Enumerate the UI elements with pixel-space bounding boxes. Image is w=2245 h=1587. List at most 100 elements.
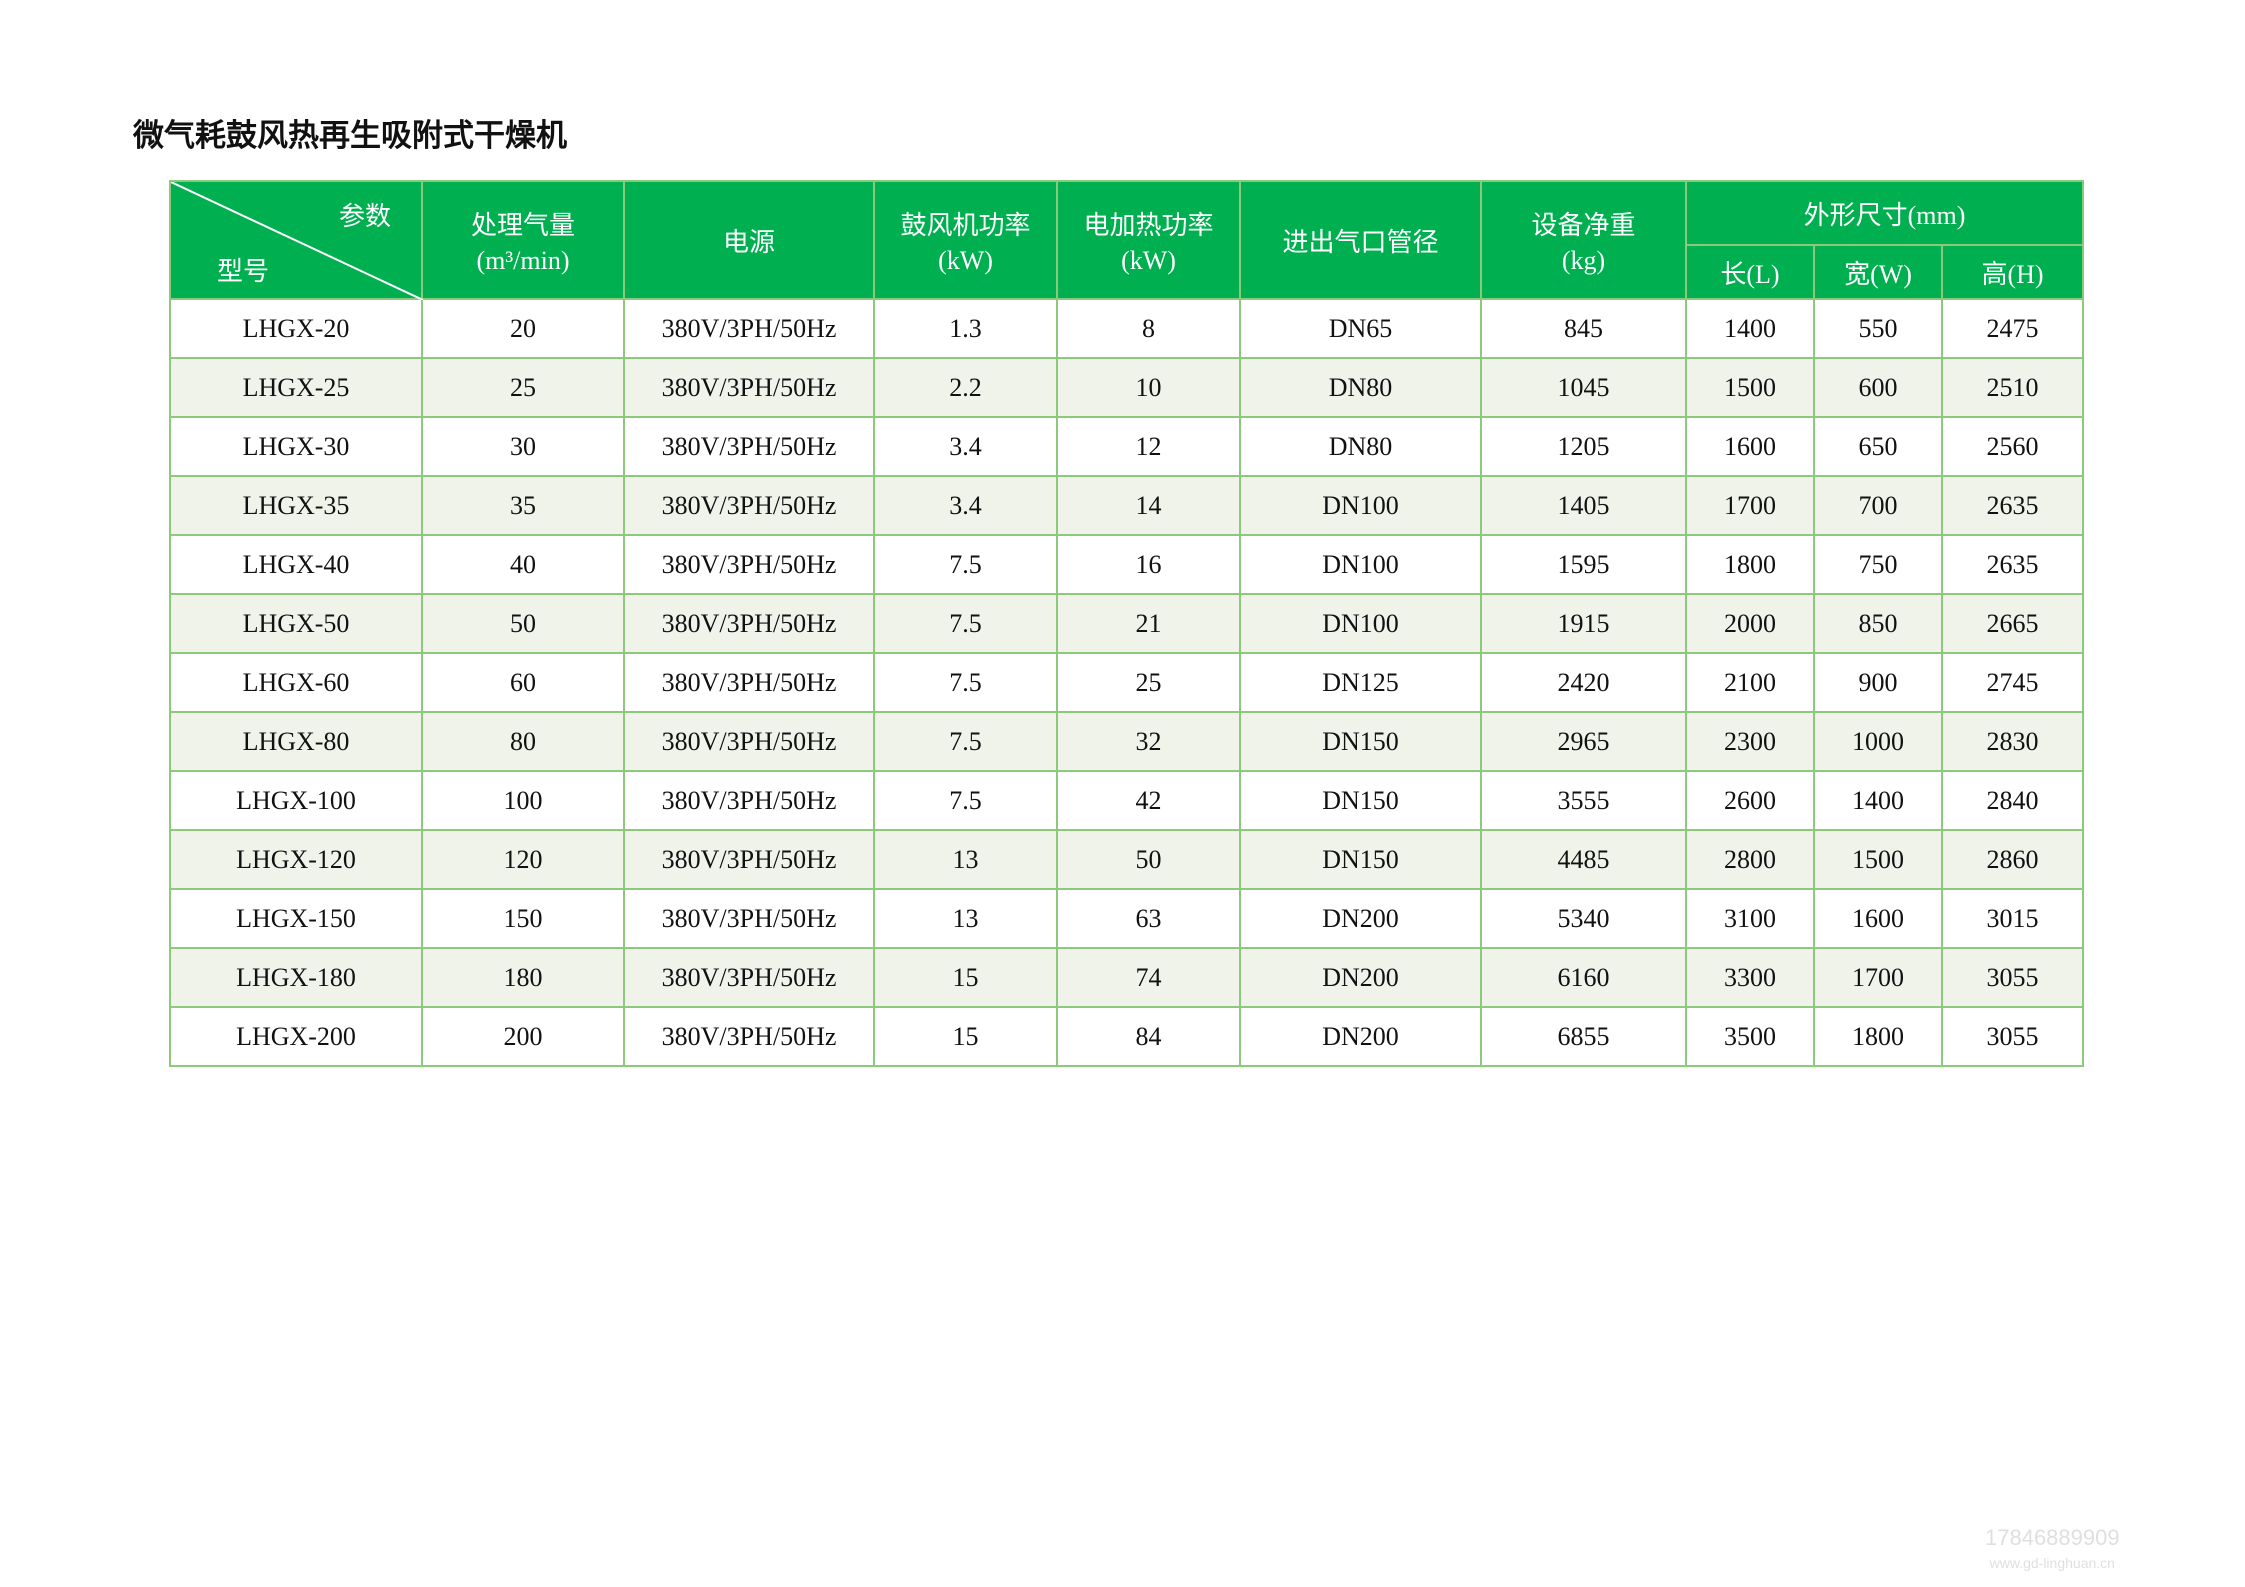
- cell-weight: 1205: [1480, 416, 1687, 477]
- cell-height: 2665: [1940, 593, 2085, 654]
- cell-blower: 3.4: [873, 475, 1058, 536]
- watermark: 17846889909 www.gd-linghuan.cn: [1985, 1525, 2120, 1571]
- cell-blower: 7.5: [873, 652, 1058, 713]
- cell-height: 3055: [1940, 947, 2085, 1008]
- table-body: LHGX-20 20 380V/3PH/50Hz 1.3 8 DN65 845 1400 550…: [169, 298, 2085, 1067]
- cell-flow: 100: [421, 770, 625, 831]
- cell-width: 1600: [1813, 888, 1943, 949]
- cell-blower: 3.4: [873, 416, 1058, 477]
- cell-width: 750: [1813, 534, 1943, 595]
- table-row: LHGX-60 60 380V/3PH/50Hz 7.5 25 DN125 2420 2100…: [169, 652, 2085, 713]
- cell-model: LHGX-40: [169, 534, 423, 595]
- cell-height: 3055: [1940, 1006, 2085, 1067]
- cell-height: 2830: [1940, 711, 2085, 772]
- cell-blower: 7.5: [873, 534, 1058, 595]
- cell-width: 900: [1813, 652, 1943, 713]
- cell-length: 3300: [1685, 947, 1815, 1008]
- cell-heater: 84: [1056, 1006, 1241, 1067]
- cell-blower: 15: [873, 1006, 1058, 1067]
- cell-weight: 2420: [1480, 652, 1687, 713]
- header-diagonal-cell: 参数 型号: [169, 180, 423, 300]
- cell-length: 1800: [1685, 534, 1815, 595]
- table-row: LHGX-80 80 380V/3PH/50Hz 7.5 32 DN150 2965 2300…: [169, 711, 2085, 772]
- cell-blower: 13: [873, 888, 1058, 949]
- cell-pipe: DN200: [1239, 888, 1482, 949]
- cell-power: 380V/3PH/50Hz: [623, 829, 875, 890]
- cell-model: LHGX-150: [169, 888, 423, 949]
- cell-length: 2600: [1685, 770, 1815, 831]
- header-flow-label: 处理气量: [470, 210, 575, 240]
- cell-height: 2860: [1940, 829, 2085, 890]
- cell-blower: 7.5: [873, 770, 1058, 831]
- watermark-phone: 17846889909: [1985, 1525, 2120, 1550]
- table-row: LHGX-20 20 380V/3PH/50Hz 1.3 8 DN65 845 1400 550…: [169, 298, 2085, 359]
- cell-power: 380V/3PH/50Hz: [623, 298, 875, 359]
- cell-weight: 6855: [1480, 1006, 1687, 1067]
- cell-power: 380V/3PH/50Hz: [623, 1006, 875, 1067]
- cell-blower: 13: [873, 829, 1058, 890]
- cell-height: 2635: [1940, 475, 2085, 536]
- header-blower-label: 鼓风机功率: [900, 210, 1031, 240]
- cell-flow: 40: [421, 534, 625, 595]
- header-flow-unit: (m³/min): [476, 245, 570, 275]
- cell-model: LHGX-100: [169, 770, 423, 831]
- table-header: 参数 型号 处理气量 (m³/min) 电源 鼓风机功率 (kW) 电加热功率 …: [169, 180, 2085, 300]
- cell-pipe: DN150: [1239, 711, 1482, 772]
- cell-width: 1700: [1813, 947, 1943, 1008]
- cell-heater: 10: [1056, 357, 1241, 418]
- cell-height: 2840: [1940, 770, 2085, 831]
- cell-power: 380V/3PH/50Hz: [623, 770, 875, 831]
- header-weight-label: 设备净重: [1531, 210, 1636, 240]
- cell-length: 1600: [1685, 416, 1815, 477]
- cell-power: 380V/3PH/50Hz: [623, 534, 875, 595]
- cell-length: 2000: [1685, 593, 1815, 654]
- cell-height: 2745: [1940, 652, 2085, 713]
- table-row: LHGX-35 35 380V/3PH/50Hz 3.4 14 DN100 1405 1700…: [169, 475, 2085, 536]
- cell-width: 550: [1813, 298, 1943, 359]
- cell-pipe: DN125: [1239, 652, 1482, 713]
- cell-blower: 7.5: [873, 711, 1058, 772]
- cell-blower: 7.5: [873, 593, 1058, 654]
- header-width: 宽(W): [1813, 244, 1943, 300]
- cell-height: 2635: [1940, 534, 2085, 595]
- header-heater-label: 电加热功率: [1083, 210, 1214, 240]
- cell-width: 1400: [1813, 770, 1943, 831]
- cell-height: 3015: [1940, 888, 2085, 949]
- cell-height: 2475: [1940, 298, 2085, 359]
- cell-weight: 1595: [1480, 534, 1687, 595]
- cell-pipe: DN80: [1239, 357, 1482, 418]
- cell-heater: 42: [1056, 770, 1241, 831]
- cell-length: 2800: [1685, 829, 1815, 890]
- cell-heater: 63: [1056, 888, 1241, 949]
- cell-pipe: DN80: [1239, 416, 1482, 477]
- cell-pipe: DN150: [1239, 770, 1482, 831]
- cell-heater: 25: [1056, 652, 1241, 713]
- cell-power: 380V/3PH/50Hz: [623, 652, 875, 713]
- table-row: LHGX-25 25 380V/3PH/50Hz 2.2 10 DN80 1045 1500 6…: [169, 357, 2085, 418]
- cell-weight: 6160: [1480, 947, 1687, 1008]
- header-height: 高(H): [1940, 244, 2085, 300]
- header-length: 长(L): [1685, 244, 1815, 300]
- cell-heater: 21: [1056, 593, 1241, 654]
- cell-weight: 1405: [1480, 475, 1687, 536]
- cell-heater: 8: [1056, 298, 1241, 359]
- header-power: 电源: [623, 180, 875, 300]
- cell-width: 1000: [1813, 711, 1943, 772]
- cell-weight: 3555: [1480, 770, 1687, 831]
- watermark-site: www.gd-linghuan.cn: [1989, 1555, 2115, 1571]
- cell-pipe: DN100: [1239, 534, 1482, 595]
- header-weight: 设备净重 (kg): [1480, 180, 1687, 300]
- cell-heater: 16: [1056, 534, 1241, 595]
- cell-pipe: DN100: [1239, 593, 1482, 654]
- cell-power: 380V/3PH/50Hz: [623, 593, 875, 654]
- table-row: LHGX-30 30 380V/3PH/50Hz 3.4 12 DN80 1205 1600 6…: [169, 416, 2085, 477]
- cell-height: 2510: [1940, 357, 2085, 418]
- header-model: 型号: [217, 257, 270, 286]
- cell-pipe: DN100: [1239, 475, 1482, 536]
- cell-pipe: DN150: [1239, 829, 1482, 890]
- cell-flow: 25: [421, 357, 625, 418]
- cell-power: 380V/3PH/50Hz: [623, 888, 875, 949]
- cell-power: 380V/3PH/50Hz: [623, 711, 875, 772]
- cell-flow: 180: [421, 947, 625, 1008]
- cell-weight: 2965: [1480, 711, 1687, 772]
